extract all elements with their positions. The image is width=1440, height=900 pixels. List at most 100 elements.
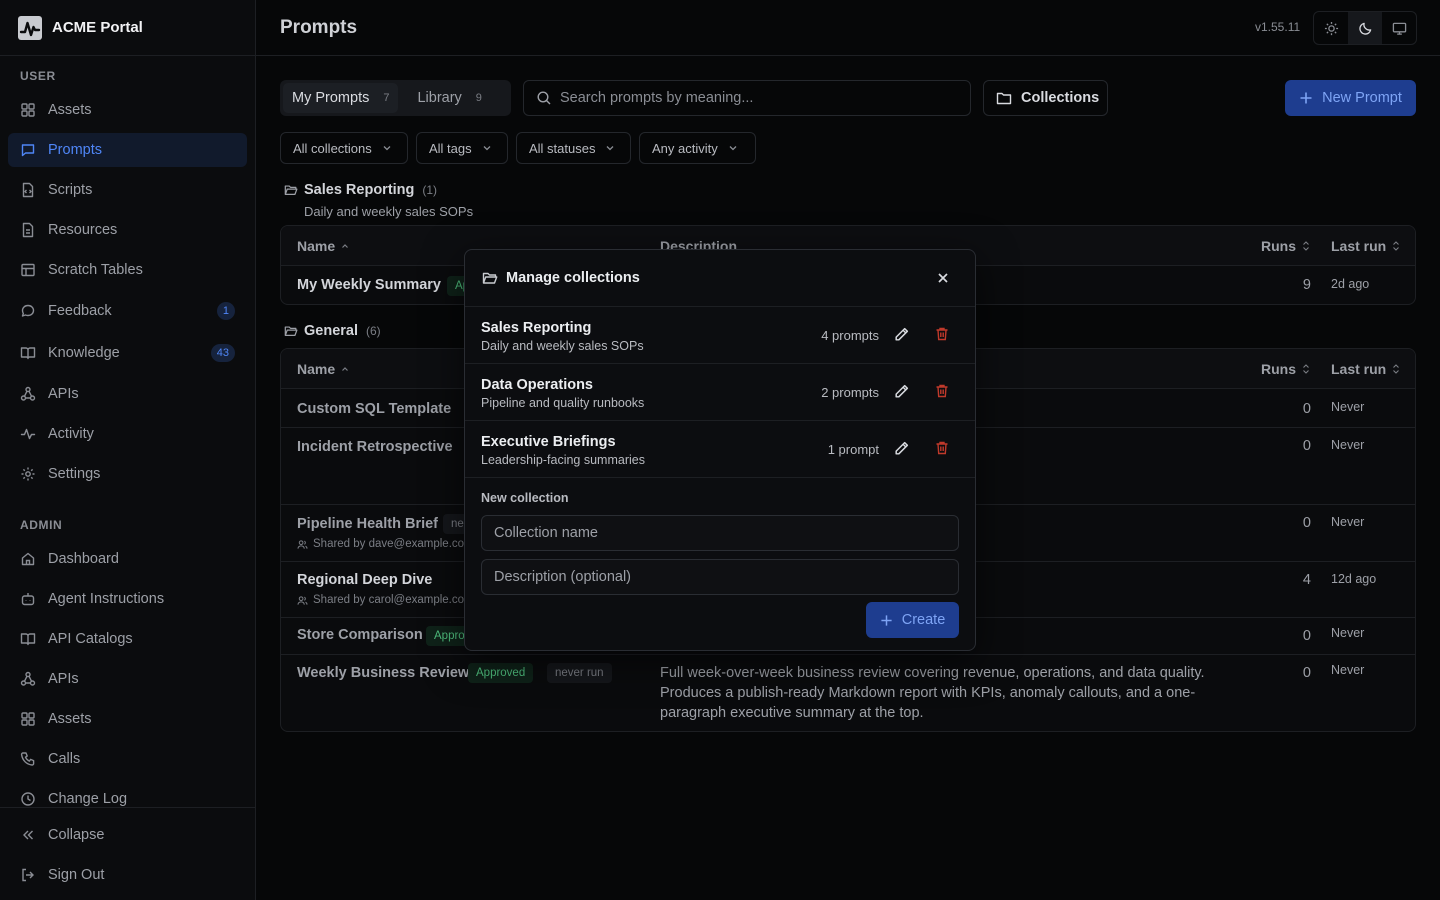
group-description: Daily and weekly sales SOPs xyxy=(304,204,474,219)
sidebar-item-label: Activity xyxy=(48,426,94,442)
brand[interactable]: ACME Portal xyxy=(0,0,255,56)
group-header-sales-reporting[interactable]: Sales Reporting (1) xyxy=(284,182,437,198)
sidebar-item-activity[interactable]: Activity xyxy=(8,417,247,451)
filter-value: All tags xyxy=(429,140,472,156)
sidebar-item-agent-instructions[interactable]: Agent Instructions xyxy=(8,582,247,616)
column-runs[interactable]: Runs xyxy=(1261,238,1310,254)
prompt-name[interactable]: Incident Retrospective xyxy=(297,439,453,455)
activity-filter-select[interactable]: Any activity xyxy=(639,132,756,164)
pencil-icon xyxy=(895,441,909,455)
folder-icon xyxy=(996,92,1012,105)
collection-row: Sales Reporting Daily and weekly sales S… xyxy=(465,307,975,364)
dark-theme-button[interactable] xyxy=(1348,12,1382,44)
collection-row: Executive Briefings Leadership-facing su… xyxy=(465,421,975,478)
collection-prompt-count: 4 prompts xyxy=(821,328,879,343)
sort-icon xyxy=(1303,241,1309,251)
edit-collection-button[interactable] xyxy=(893,383,910,400)
runs-count: 0 xyxy=(1302,515,1311,531)
new-prompt-button[interactable]: New Prompt xyxy=(1285,80,1416,116)
sidebar-item-assets[interactable]: Assets xyxy=(8,93,247,127)
sidebar-item-label: Agent Instructions xyxy=(48,591,165,607)
sidebar-item-api-catalogs[interactable]: API Catalogs xyxy=(8,622,247,656)
column-label: Name xyxy=(297,361,336,377)
column-label: Runs xyxy=(1261,238,1296,254)
group-count: (6) xyxy=(366,324,381,338)
group-name: Sales Reporting xyxy=(304,182,415,198)
column-runs[interactable]: Runs xyxy=(1261,361,1310,377)
shared-by: Shared by carol@example.co xyxy=(297,594,464,606)
table-icon xyxy=(21,263,35,277)
log-out-icon xyxy=(22,868,34,882)
last-run: Never xyxy=(1331,515,1365,529)
sidebar-item-feedback[interactable]: Feedback 1 xyxy=(8,294,247,328)
sidebar-item-admin-apis[interactable]: APIs xyxy=(8,662,247,696)
prompt-name[interactable]: Weekly Business Review xyxy=(297,665,469,681)
prompt-name[interactable]: Pipeline Health Brief xyxy=(297,516,438,532)
column-last-run[interactable]: Last run xyxy=(1331,361,1400,377)
column-name[interactable]: Name xyxy=(297,361,349,377)
prompt-name[interactable]: Regional Deep Dive xyxy=(297,572,432,588)
search-box xyxy=(523,80,971,116)
table-row[interactable]: Weekly Business Review Approved never ru… xyxy=(281,655,1415,731)
last-run: Never xyxy=(1331,663,1365,677)
collection-name-input[interactable] xyxy=(481,515,959,551)
collections-button[interactable]: Collections xyxy=(983,80,1108,116)
trash-icon xyxy=(936,441,948,455)
delete-collection-button[interactable] xyxy=(934,440,950,456)
runs-count: 0 xyxy=(1302,665,1311,681)
shared-by: Shared by dave@example.co xyxy=(297,538,464,550)
delete-collection-button[interactable] xyxy=(934,383,950,399)
chevron-down-icon xyxy=(483,146,491,151)
last-run: Never xyxy=(1331,438,1365,452)
tab-count: 9 xyxy=(475,92,482,104)
sidebar-item-prompts[interactable]: Prompts xyxy=(8,133,247,167)
tab-my-prompts[interactable]: My Prompts 7 xyxy=(283,83,399,113)
sidebar-item-scripts[interactable]: Scripts xyxy=(8,173,247,207)
tag-filter-select[interactable]: All tags xyxy=(416,132,508,164)
close-button[interactable] xyxy=(933,268,953,288)
knowledge-count-badge: 43 xyxy=(210,344,235,362)
sidebar-item-apis[interactable]: APIs xyxy=(8,377,247,411)
delete-collection-button[interactable] xyxy=(934,326,950,342)
tab-library[interactable]: Library 9 xyxy=(408,83,490,113)
collapse-button[interactable]: Collapse xyxy=(8,818,247,852)
sidebar-item-dashboard[interactable]: Dashboard xyxy=(8,542,247,576)
sort-icon xyxy=(1303,364,1309,374)
create-collection-button[interactable]: Create xyxy=(866,602,959,638)
group-header-general[interactable]: General (6) xyxy=(284,323,381,339)
sidebar-item-admin-assets[interactable]: Assets xyxy=(8,702,247,736)
prompt-name[interactable]: Store Comparison xyxy=(297,627,423,643)
collection-filter-select[interactable]: All collections xyxy=(280,132,408,164)
edit-collection-button[interactable] xyxy=(893,440,910,457)
column-last-run[interactable]: Last run xyxy=(1331,238,1400,254)
column-name[interactable]: Name xyxy=(297,238,349,254)
grid-icon xyxy=(21,712,35,726)
sidebar-item-calls[interactable]: Calls xyxy=(8,742,247,776)
prompt-name[interactable]: My Weekly Summary xyxy=(297,277,441,293)
filter-value: Any activity xyxy=(652,140,718,156)
search-input[interactable] xyxy=(560,90,940,106)
pencil-icon xyxy=(895,327,909,341)
sidebar-item-knowledge[interactable]: Knowledge 43 xyxy=(8,336,247,370)
sidebar-item-settings[interactable]: Settings xyxy=(8,457,247,491)
edit-collection-button[interactable] xyxy=(893,326,910,343)
status-filter-select[interactable]: All statuses xyxy=(516,132,631,164)
app-name: ACME Portal xyxy=(52,19,143,36)
phone-icon xyxy=(20,752,35,766)
runs-count: 9 xyxy=(1302,277,1311,293)
light-theme-button[interactable] xyxy=(1314,12,1348,44)
prompt-name[interactable]: Custom SQL Template xyxy=(297,401,451,417)
monitor-icon xyxy=(1392,22,1406,35)
trash-icon xyxy=(936,384,948,398)
activity-logo-icon xyxy=(18,15,42,40)
folder-open-icon xyxy=(284,326,298,336)
sign-out-button[interactable]: Sign Out xyxy=(8,858,247,892)
sidebar-item-resources[interactable]: Resources xyxy=(8,213,247,247)
system-theme-button[interactable] xyxy=(1382,12,1416,44)
last-run: 12d ago xyxy=(1331,572,1377,586)
network-icon xyxy=(20,386,36,401)
prompt-scope-tabs: My Prompts 7 Library 9 xyxy=(280,80,511,116)
sidebar-item-scratch-tables[interactable]: Scratch Tables xyxy=(8,253,247,287)
book-open-icon xyxy=(20,633,36,646)
collection-description-input[interactable] xyxy=(481,559,959,595)
